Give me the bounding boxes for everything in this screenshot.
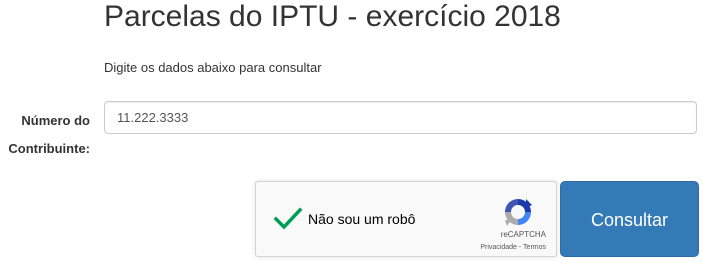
recaptcha-links: Privacidade - Termos: [480, 243, 546, 252]
consultar-button[interactable]: Consultar: [560, 181, 699, 257]
recaptcha-brand-text: reCAPTCHA: [500, 230, 546, 239]
contributor-number-label: Número do Contribuinte:: [0, 107, 90, 163]
contributor-number-input[interactable]: [104, 101, 697, 134]
contributor-label-line1: Número do: [21, 113, 90, 128]
recaptcha-widget: Não sou um robô reCAPTCHA Privacidade - …: [255, 181, 557, 257]
recaptcha-terms-link[interactable]: Termos: [523, 244, 546, 251]
page-title: Parcelas do IPTU - exercício 2018: [104, 0, 561, 33]
recaptcha-checkbox-label[interactable]: Não sou um robô: [308, 210, 415, 228]
recaptcha-logo-icon: [505, 199, 532, 226]
iptu-consulta-page: Parcelas do IPTU - exercício 2018 Digite…: [0, 0, 703, 262]
contributor-label-line2: Contribuinte:: [8, 141, 90, 156]
instructions-text: Digite os dados abaixo para consultar: [104, 60, 322, 75]
recaptcha-checkmark-icon[interactable]: [273, 204, 303, 234]
recaptcha-privacy-link[interactable]: Privacidade: [480, 244, 517, 251]
